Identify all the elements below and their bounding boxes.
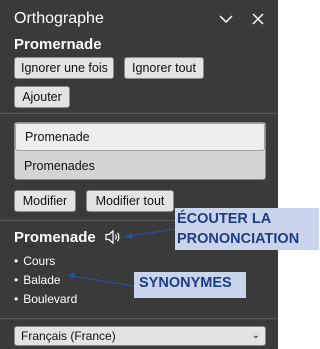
speaker-icon[interactable] bbox=[104, 229, 122, 245]
suggestion-item[interactable]: Promenades bbox=[15, 152, 265, 179]
change-button[interactable]: Modifier bbox=[14, 190, 76, 212]
language-select[interactable]: Français (France) ⌄ bbox=[14, 326, 266, 346]
callout-line: PRONONCIATION bbox=[177, 231, 300, 247]
callout-synonyms: SYNONYMES bbox=[134, 272, 246, 298]
misspelled-word: Promernade bbox=[14, 36, 102, 53]
synonym-label: Cours bbox=[23, 254, 56, 268]
synonym-item[interactable]: • Balade bbox=[14, 273, 61, 287]
bullet: • bbox=[14, 292, 19, 306]
change-all-button[interactable]: Modifier tout bbox=[86, 190, 174, 212]
close-icon[interactable] bbox=[248, 9, 268, 29]
chevron-down-icon[interactable] bbox=[216, 9, 236, 29]
synonym-item[interactable]: • Boulevard bbox=[14, 292, 77, 306]
bullet: • bbox=[14, 254, 19, 268]
add-button[interactable]: Ajouter bbox=[14, 86, 70, 108]
callout-listen-pronunciation: ÉCOUTER LA PRONONCIATION bbox=[175, 208, 319, 250]
ignore-all-button[interactable]: Ignorer tout bbox=[124, 57, 204, 79]
chevron-down-icon: ⌄ bbox=[251, 330, 260, 341]
language-value: Français (France) bbox=[21, 329, 116, 343]
pane-title: Orthographe bbox=[14, 10, 104, 27]
ignore-once-button[interactable]: Ignorer une fois bbox=[14, 57, 114, 79]
divider bbox=[0, 318, 278, 319]
synonym-label: Boulevard bbox=[23, 292, 78, 306]
bullet: • bbox=[14, 273, 19, 287]
divider bbox=[0, 113, 278, 114]
suggestion-item-selected[interactable]: Promenade bbox=[15, 123, 265, 151]
synonym-item[interactable]: • Cours bbox=[14, 254, 55, 268]
synonym-label: Balade bbox=[23, 273, 61, 287]
suggestion-word-heading: Promenade bbox=[14, 229, 96, 246]
callout-line: ÉCOUTER LA bbox=[177, 211, 272, 227]
suggestion-list: Promenade Promenades bbox=[14, 122, 266, 180]
